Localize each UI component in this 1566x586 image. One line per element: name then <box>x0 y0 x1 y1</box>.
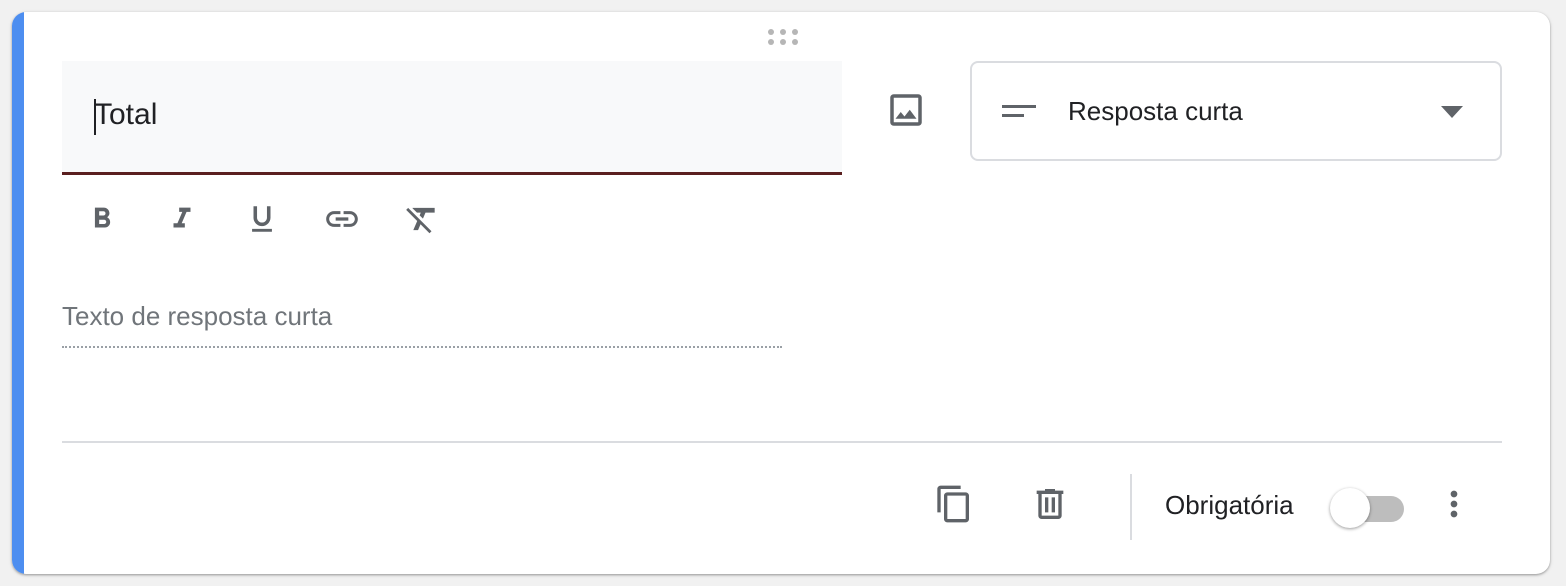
delete-icon <box>1036 489 1064 519</box>
focus-accent-bar <box>12 12 24 574</box>
arrow-drop-down-icon <box>1441 106 1463 118</box>
duplicate-button[interactable] <box>930 480 978 528</box>
format-bold-icon <box>94 207 111 228</box>
italic-button[interactable] <box>158 195 206 243</box>
link-button[interactable] <box>318 195 366 243</box>
format-underline-icon <box>252 206 272 232</box>
question-title-input[interactable] <box>94 93 794 137</box>
required-label: Obrigatória <box>1165 490 1294 520</box>
more-options-button[interactable] <box>1430 480 1478 528</box>
short-answer-placeholder: Texto de resposta curta <box>62 301 333 331</box>
add-image-button[interactable] <box>880 84 932 136</box>
bold-button[interactable] <box>78 195 126 243</box>
format-clear-icon <box>406 207 435 234</box>
toggle-thumb <box>1330 488 1370 528</box>
link-icon <box>326 211 358 227</box>
drag-handle-icon[interactable] <box>766 27 800 47</box>
short-answer-underline <box>62 346 782 348</box>
format-toolbar <box>78 195 446 243</box>
copy-icon <box>937 485 969 523</box>
footer-divider <box>62 441 1502 443</box>
text-caret <box>94 99 96 135</box>
delete-button[interactable] <box>1026 480 1074 528</box>
question-title-field[interactable] <box>62 61 842 175</box>
more-vert-icon <box>1450 490 1458 518</box>
short-answer-icon <box>1002 105 1036 117</box>
image-icon <box>890 94 922 126</box>
clear-formatting-button[interactable] <box>398 195 446 243</box>
required-toggle[interactable] <box>1330 486 1406 528</box>
footer-vertical-divider <box>1130 474 1132 540</box>
format-italic-icon <box>173 207 191 228</box>
underline-button[interactable] <box>238 195 286 243</box>
question-card[interactable]: Resposta curta Texto de resposta curta O… <box>12 12 1550 574</box>
question-type-select[interactable]: Resposta curta <box>970 61 1502 161</box>
question-type-label: Resposta curta <box>1068 96 1243 126</box>
